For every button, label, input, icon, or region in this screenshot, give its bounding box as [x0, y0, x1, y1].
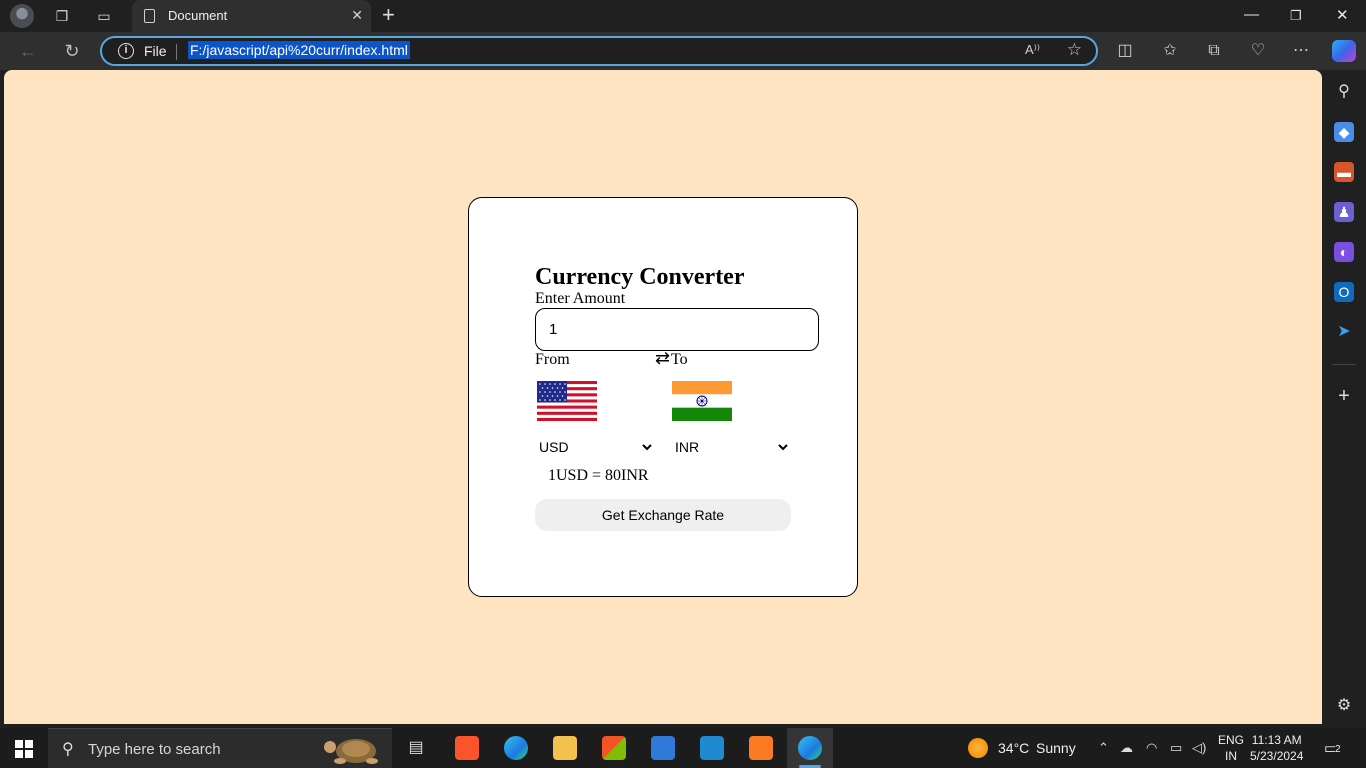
task-view-icon[interactable]: ▤: [404, 736, 428, 760]
xampp-icon[interactable]: [749, 736, 773, 760]
address-bar[interactable]: i File F:/javascript/api%20curr/index.ht…: [100, 36, 1098, 66]
split-screen-icon[interactable]: ◫: [1114, 41, 1136, 61]
weather-condition[interactable]: Sunny: [1036, 740, 1076, 756]
language-code: ENG: [1218, 733, 1245, 747]
amount-input[interactable]: [535, 308, 819, 351]
exchange-rate-text: 1USD = 80INR: [548, 467, 649, 484]
amount-label: Enter Amount: [535, 290, 626, 307]
copilot-sidebar-icon[interactable]: ◐: [1334, 242, 1354, 262]
get-exchange-rate-button[interactable]: Get Exchange Rate: [535, 499, 791, 531]
search-icon[interactable]: ⚲: [1334, 82, 1354, 102]
edge-active-icon[interactable]: [798, 736, 822, 760]
collections-icon[interactable]: ⧉: [1203, 41, 1225, 61]
tab-document[interactable]: Document ✕: [132, 0, 371, 32]
favorites-icon[interactable]: ✩: [1159, 41, 1181, 61]
search-placeholder: Type here to search: [88, 741, 221, 758]
swap-icon[interactable]: ⇄: [655, 348, 670, 369]
games-icon[interactable]: ♟: [1334, 202, 1354, 222]
url-text[interactable]: F:/javascript/api%20curr/index.html: [188, 41, 410, 59]
to-currency-select[interactable]: INR: [671, 436, 791, 458]
from-label: From: [535, 351, 570, 368]
sidebar-divider: [1332, 364, 1356, 365]
onedrive-icon[interactable]: ☁: [1120, 740, 1133, 756]
file-explorer-icon[interactable]: [553, 736, 577, 760]
weather-sun-icon[interactable]: [968, 738, 988, 758]
wifi-icon[interactable]: ◠: [1146, 740, 1157, 756]
clock-time: 11:13 AM: [1251, 733, 1302, 747]
page-title: Currency Converter: [535, 264, 745, 290]
us-flag-icon: [537, 381, 597, 421]
favorite-star-icon[interactable]: ☆: [1067, 40, 1082, 60]
new-tab-button[interactable]: +: [382, 4, 395, 26]
turtle-illustration-icon: [324, 739, 378, 764]
refresh-button[interactable]: ↻: [61, 40, 83, 62]
search-magnifier-icon: ⚲: [62, 741, 74, 758]
brave-browser-icon[interactable]: [455, 736, 479, 760]
clock-date: 5/23/2024: [1250, 749, 1304, 763]
edge-icon[interactable]: [504, 736, 528, 760]
edge-sidebar: ⚲ ◆ ▬ ♟ ◐ O ➤ + ⚙: [1322, 70, 1366, 726]
tab-title: Document: [168, 8, 228, 23]
browser-toolbar: ← ↻ i File F:/javascript/api%20curr/inde…: [0, 32, 1366, 70]
browser-titlebar: ❐ ▭ Document ✕ + — ❐ ✕: [0, 0, 1366, 32]
page-viewport: Currency Converter Enter Amount From ⇄ T…: [4, 70, 1322, 724]
address-prefix: File: [144, 43, 167, 59]
show-hidden-icons-chevron-icon[interactable]: ⌃: [1098, 740, 1109, 756]
address-divider: [176, 44, 177, 60]
send-icon[interactable]: ➤: [1334, 322, 1354, 342]
vscode-icon[interactable]: [700, 736, 724, 760]
info-icon[interactable]: i: [118, 43, 134, 59]
read-aloud-icon[interactable]: A⁾⁾: [1025, 42, 1040, 58]
profile-avatar[interactable]: [10, 4, 34, 28]
volume-icon[interactable]: ◁): [1192, 740, 1206, 756]
notification-count: 2: [1335, 744, 1341, 755]
tab-actions-icon[interactable]: ▭: [94, 6, 114, 26]
converter-card: Currency Converter Enter Amount From ⇄ T…: [468, 197, 858, 597]
taskbar-clock[interactable]: 11:13 AM 5/23/2024: [1250, 732, 1303, 764]
shopping-tag-icon[interactable]: ◆: [1334, 122, 1354, 142]
minimize-button[interactable]: —: [1244, 6, 1259, 23]
settings-gear-icon[interactable]: ⚙: [1334, 696, 1354, 716]
outlook-icon[interactable]: O: [1334, 282, 1354, 302]
close-tab-icon[interactable]: ✕: [351, 7, 363, 24]
back-button[interactable]: ←: [17, 40, 39, 62]
language-indicator[interactable]: ENG IN: [1218, 732, 1244, 764]
india-flag-icon: [672, 381, 732, 421]
microsoft-store-icon[interactable]: [602, 736, 626, 760]
tools-icon[interactable]: ▬: [1334, 162, 1354, 182]
windows-start-icon[interactable]: [15, 740, 33, 758]
battery-icon[interactable]: ▭: [1170, 740, 1182, 756]
taskbar-search[interactable]: ⚲ Type here to search: [48, 728, 392, 768]
more-menu-icon[interactable]: ⋯: [1290, 41, 1312, 61]
notification-center-icon[interactable]: ▭ 2: [1324, 739, 1346, 757]
from-currency-select[interactable]: USD: [535, 436, 655, 458]
copilot-icon[interactable]: [1332, 40, 1356, 62]
restore-button[interactable]: ❐: [1290, 8, 1302, 24]
close-window-button[interactable]: ✕: [1336, 6, 1349, 24]
workspaces-icon[interactable]: ❐: [52, 6, 72, 26]
weather-temperature[interactable]: 34°C: [998, 740, 1029, 756]
to-label: To: [671, 351, 688, 368]
language-region: IN: [1225, 749, 1237, 763]
browser-essentials-icon[interactable]: ♡: [1247, 41, 1269, 61]
document-icon: [144, 9, 155, 23]
windows-taskbar: ⚲ Type here to search ▤ 34°C Sunny ⌃ ☁ ◠…: [0, 728, 1366, 768]
add-icon[interactable]: +: [1334, 386, 1354, 406]
mail-icon[interactable]: [651, 736, 675, 760]
